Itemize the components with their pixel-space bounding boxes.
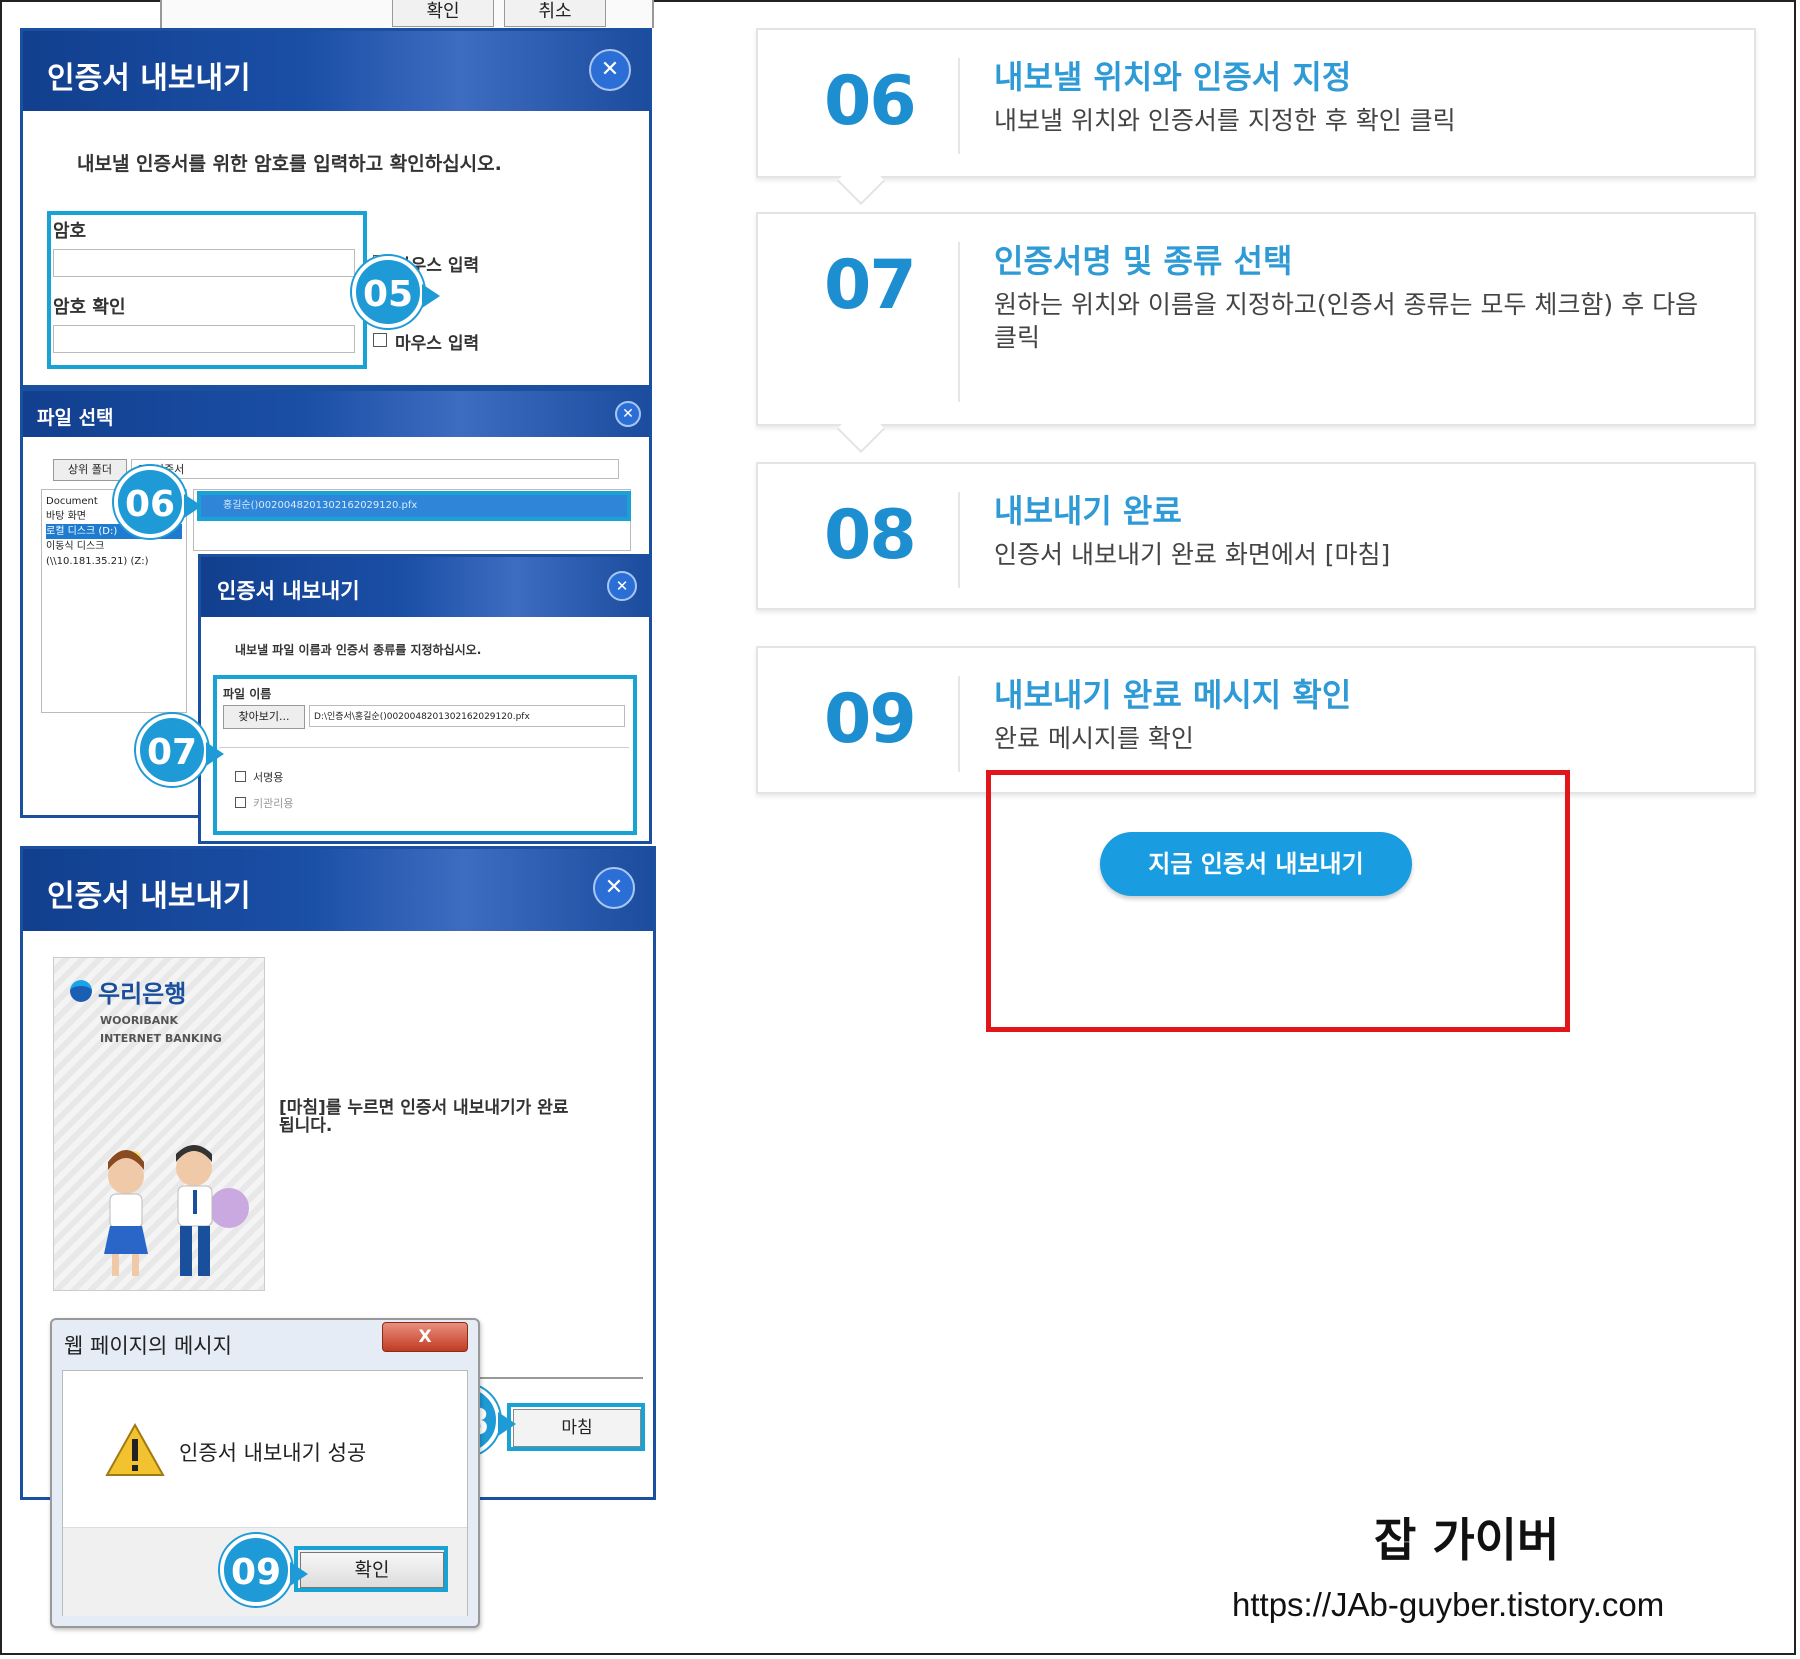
step-description: 완료 메시지를 확인 [994, 724, 1194, 753]
step-title: 내보내기 완료 메시지 확인 [994, 676, 1352, 714]
done-message: [마침]를 누르면 인증서 내보내기가 완료됩니다. [279, 1098, 569, 1136]
cta-highlight-box [986, 770, 1570, 1032]
name-type-titlebar: 인증서 내보내기 ✕ [201, 557, 649, 617]
top-ok-button[interactable]: 확인 [392, 0, 494, 27]
selected-file-row[interactable]: 홍길순()0020048201302162029120.pfx [201, 495, 627, 517]
step-divider [958, 492, 960, 588]
password-dialog-titlebar: 인증서 내보내기 ✕ [23, 31, 649, 111]
alert-close-button[interactable]: X [382, 1322, 468, 1352]
browse-button[interactable]: 찾아보기... [223, 705, 305, 729]
name-type-dialog: 인증서 내보내기 ✕ 내보낼 파일 이름과 인증서 종류를 지정하십시오. 파일… [198, 554, 652, 844]
mouse-input-checkbox-2[interactable] [373, 333, 387, 347]
step-description: 인증서 내보내기 완료 화면에서 [마침] [994, 540, 1391, 569]
password-confirm-input[interactable] [53, 325, 355, 353]
step-card-07: 07 인증서명 및 종류 선택 원하는 위치와 이름을 지정하고(인증서 종류는… [756, 212, 1756, 454]
done-divider [463, 1377, 643, 1379]
background-window-strip: 확인 취소 [160, 0, 654, 28]
step-divider [958, 676, 960, 772]
file-path-field[interactable]: D:\인증서\홍길순()0020048201302162029120.pfx [309, 705, 625, 727]
password-confirm-label: 암호 확인 [53, 297, 126, 318]
file-select-titlebar: 파일 선택 ✕ [23, 391, 649, 437]
folder-path-field[interactable]: D:\인증서 [131, 459, 619, 479]
password-dialog: 인증서 내보내기 ✕ 내보낼 인증서를 위한 암호를 입력하고 확인하십시오. … [20, 28, 652, 388]
bank-mascots-illustration [104, 1145, 249, 1276]
password-instruction: 내보낼 인증서를 위한 암호를 입력하고 확인하십시오. [77, 153, 502, 175]
name-type-close-icon[interactable]: ✕ [607, 571, 637, 601]
step-number: 06 [824, 62, 917, 141]
sign-checkbox[interactable] [235, 771, 246, 782]
step-description: 내보낼 위치와 인증서를 지정한 후 확인 클릭 [994, 106, 1456, 135]
watermark-name: 잡 가이버 [1374, 1513, 1560, 1567]
step-title: 인증서명 및 종류 선택 [994, 242, 1293, 280]
step-number: 08 [824, 496, 917, 575]
step-description: 원하는 위치와 이름을 지정하고(인증서 종류는 모두 체크함) 후 다음 클릭 [994, 290, 1699, 352]
close-icon[interactable]: ✕ [589, 49, 631, 91]
mouse-input-label-2: 마우스 입력 [395, 334, 480, 354]
step-divider [958, 58, 960, 154]
step-badge-09: 09 [220, 1534, 308, 1606]
tree-item[interactable]: 이동식 디스크 [46, 539, 182, 554]
warning-icon [105, 1423, 165, 1476]
bank-en-line-2: INTERNET BANKING [100, 1032, 222, 1045]
step-card-06: 06 내보낼 위치와 인증서 지정 내보낼 위치와 인증서를 지정한 후 확인 … [756, 28, 1756, 206]
done-dialog-title: 인증서 내보내기 [47, 879, 251, 914]
done-dialog-close-icon[interactable]: ✕ [593, 867, 635, 909]
sign-option-label: 서명용 [253, 771, 284, 784]
keymgmt-checkbox[interactable] [235, 797, 246, 808]
bank-logo-icon [70, 980, 92, 1002]
name-type-instruction: 내보낼 파일 이름과 인증서 종류를 지정하십시오. [235, 643, 482, 657]
up-folder-button[interactable]: 상위 폴더 [53, 459, 127, 481]
step-badge-05: 05 [352, 256, 440, 328]
step-divider [958, 242, 960, 402]
file-name-label: 파일 이름 [223, 687, 272, 701]
password-dialog-title: 인증서 내보내기 [47, 61, 251, 96]
step-card-08: 08 내보내기 완료 인증서 내보내기 완료 화면에서 [마침] [756, 462, 1756, 610]
alert-message: 인증서 내보내기 성공 [179, 1441, 367, 1465]
step-badge-06: 06 [114, 466, 202, 538]
step-title: 내보내기 완료 [994, 492, 1182, 530]
top-cancel-button[interactable]: 취소 [504, 0, 606, 27]
step-badge-07: 07 [136, 714, 224, 786]
bank-en-line-1: WOORIBANK [100, 1014, 179, 1027]
file-select-title: 파일 선택 [37, 407, 114, 429]
step-number: 09 [824, 680, 917, 759]
step-number: 07 [824, 246, 917, 325]
bank-banner: 우리은행 WOORIBANK INTERNET BANKING [53, 957, 265, 1291]
bank-name: 우리은행 [98, 980, 187, 1008]
cert-type-group [219, 747, 629, 828]
file-select-close-icon[interactable]: ✕ [615, 401, 641, 427]
finish-button[interactable]: 마침 [513, 1409, 641, 1447]
password-label: 암호 [53, 221, 87, 242]
done-dialog-titlebar: 인증서 내보내기 ✕ [23, 849, 653, 931]
alert-title: 웹 페이지의 메시지 [64, 1334, 232, 1358]
password-input[interactable] [53, 249, 355, 277]
tree-item[interactable]: (\\10.181.35.21) (Z:) [46, 554, 182, 569]
keymgmt-option-label: 키관리용 [253, 797, 294, 810]
name-type-title: 인증서 내보내기 [217, 579, 360, 603]
step-title: 내보낼 위치와 인증서 지정 [994, 58, 1352, 96]
export-now-button[interactable]: 지금 인증서 내보내기 [1100, 832, 1412, 896]
alert-ok-button[interactable]: 확인 [300, 1552, 444, 1588]
watermark-url: https://JAb-guyber.tistory.com [1232, 1586, 1665, 1623]
